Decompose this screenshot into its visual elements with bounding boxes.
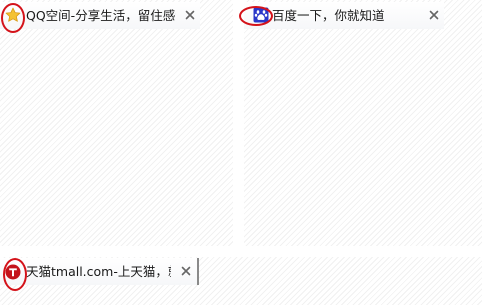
close-icon[interactable] bbox=[179, 264, 193, 278]
tab-tmall[interactable]: 天猫tmall.com-上天猫，就够了 bbox=[0, 258, 199, 285]
tab-qq-zone[interactable]: QQ空间-分享生活，留住感动 bbox=[0, 2, 200, 29]
tab-title: 天猫tmall.com-上天猫，就够了 bbox=[26, 264, 171, 279]
tmall-t-icon bbox=[5, 264, 21, 280]
close-icon[interactable] bbox=[183, 8, 197, 22]
tab-baidu[interactable]: 百度一下，你就知道 bbox=[244, 2, 444, 29]
content-panel-qq bbox=[0, 0, 233, 246]
tab-title: QQ空间-分享生活，留住感动 bbox=[26, 8, 176, 23]
baidu-paw-icon bbox=[253, 7, 269, 23]
star-icon bbox=[5, 7, 21, 23]
close-icon[interactable] bbox=[427, 8, 441, 22]
tab-title: 百度一下，你就知道 bbox=[272, 8, 385, 23]
content-panel-baidu bbox=[244, 0, 482, 246]
